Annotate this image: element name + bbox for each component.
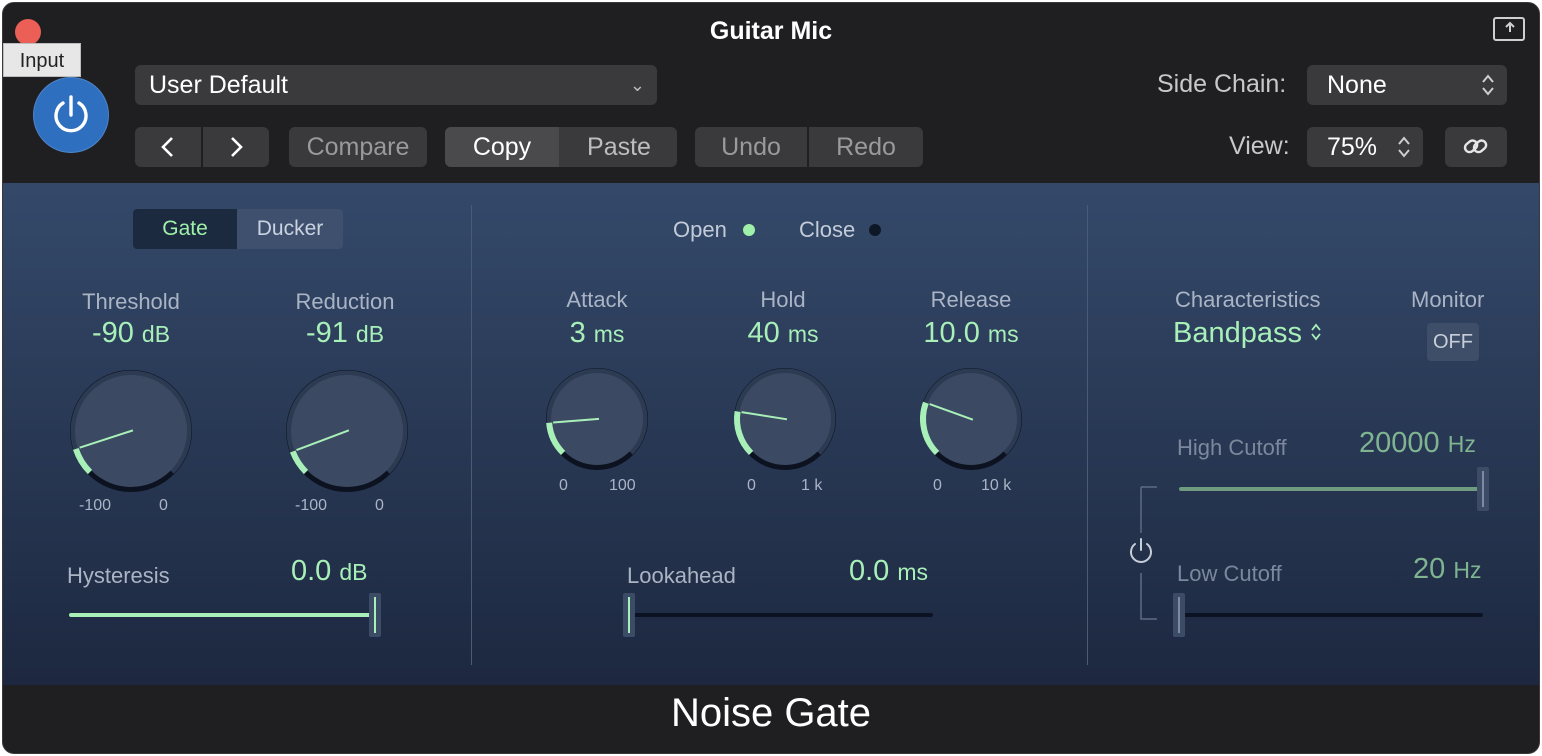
chevron-right-icon xyxy=(231,137,243,157)
slider-fill xyxy=(69,613,375,617)
release-min: 0 xyxy=(933,477,942,494)
slider-fill xyxy=(1179,487,1483,491)
paste-button[interactable]: Paste xyxy=(561,127,677,167)
copy-button[interactable]: Copy xyxy=(445,127,559,167)
slider-thumb[interactable] xyxy=(1173,593,1185,637)
close-indicator-label: Close xyxy=(799,217,856,242)
monitor-toggle[interactable]: OFF xyxy=(1427,323,1479,361)
hold-label: Hold xyxy=(760,287,806,312)
plugin-window: Guitar Mic User Default ⌄ Compare Copy P… xyxy=(2,2,1540,754)
threshold-max: 0 xyxy=(159,497,168,514)
threshold-min: -100 xyxy=(79,497,112,514)
link-button[interactable] xyxy=(1445,127,1507,167)
window-title: Guitar Mic xyxy=(709,17,833,45)
reduction-knob[interactable] xyxy=(281,365,413,497)
attack-label: Attack xyxy=(566,287,628,312)
ducker-mode-button[interactable]: Ducker xyxy=(237,209,343,249)
low-cutoff-label: Low Cutoff xyxy=(1177,561,1282,586)
up-down-arrows-icon xyxy=(1398,136,1410,158)
input-tooltip: Input xyxy=(3,43,81,77)
filter-power-icon[interactable] xyxy=(1125,535,1157,567)
power-button[interactable] xyxy=(33,77,109,153)
high-cutoff-value[interactable]: 20000 Hz xyxy=(1359,427,1476,460)
side-chain-label: Side Chain: xyxy=(1157,70,1287,98)
open-indicator-label: Open xyxy=(673,217,727,242)
open-indicator-led xyxy=(743,224,755,236)
hold-min: 0 xyxy=(747,477,756,494)
monitor-label: Monitor xyxy=(1411,287,1485,312)
redo-button[interactable]: Redo xyxy=(809,127,923,167)
attack-max: 100 xyxy=(609,477,636,494)
side-chain-value: None xyxy=(1327,71,1387,99)
view-zoom-select[interactable]: 75% xyxy=(1307,127,1423,167)
characteristics-label: Characteristics xyxy=(1175,287,1321,312)
attack-knob[interactable] xyxy=(541,363,653,475)
view-label: View: xyxy=(1229,132,1290,160)
slider-thumb[interactable] xyxy=(369,593,381,637)
reduction-max: 0 xyxy=(375,497,384,514)
threshold-value[interactable]: -90 dB xyxy=(51,317,211,350)
plugin-name: Noise Gate xyxy=(670,691,872,735)
previous-preset-button[interactable] xyxy=(135,127,201,167)
undo-redo-group: Undo Redo xyxy=(695,127,923,167)
hysteresis-label: Hysteresis xyxy=(67,563,170,588)
preset-name: User Default xyxy=(149,71,288,99)
hold-knob[interactable] xyxy=(729,363,841,475)
close-indicator-led xyxy=(869,224,881,236)
hysteresis-value[interactable]: 0.0 dB xyxy=(291,555,368,588)
slider-thumb[interactable] xyxy=(1477,467,1489,511)
lookahead-value[interactable]: 0.0 ms xyxy=(849,555,928,588)
hold-value[interactable]: 40 ms xyxy=(703,317,863,350)
expand-window-icon[interactable] xyxy=(1493,17,1525,41)
power-icon xyxy=(54,95,88,133)
release-max: 10 k xyxy=(981,477,1012,494)
preset-navigation xyxy=(135,127,269,167)
view-zoom-value: 75% xyxy=(1327,133,1378,161)
up-down-arrows-icon xyxy=(1311,323,1321,341)
release-knob[interactable] xyxy=(915,363,1027,475)
threshold-knob[interactable] xyxy=(65,365,197,497)
gate-ducker-switch: Gate Ducker xyxy=(133,209,343,249)
chevron-left-icon xyxy=(161,137,173,157)
noise-gate-panel: Gate Ducker Threshold -90 dB -100 0 Redu… xyxy=(3,183,1539,685)
side-chain-select[interactable]: None xyxy=(1307,65,1507,105)
next-preset-button[interactable] xyxy=(203,127,269,167)
characteristics-select[interactable]: Bandpass xyxy=(1173,317,1322,350)
threshold-label: Threshold xyxy=(82,289,180,314)
low-cutoff-value[interactable]: 20 Hz xyxy=(1413,553,1481,586)
high-cutoff-label: High Cutoff xyxy=(1177,435,1287,460)
attack-min: 0 xyxy=(559,477,568,494)
hold-max: 1 k xyxy=(801,477,823,494)
reduction-label: Reduction xyxy=(295,289,395,314)
link-icon xyxy=(1463,139,1488,154)
gate-mode-button[interactable]: Gate xyxy=(133,209,237,249)
preset-menu[interactable]: User Default ⌄ xyxy=(135,65,657,105)
copy-paste-group: Copy Paste xyxy=(445,127,677,167)
reduction-value[interactable]: -91 dB xyxy=(265,317,425,350)
undo-button[interactable]: Undo xyxy=(695,127,807,167)
chevron-down-icon: ⌄ xyxy=(629,75,645,95)
slider-track xyxy=(629,613,933,617)
attack-value[interactable]: 3 ms xyxy=(517,317,677,350)
slider-thumb[interactable] xyxy=(623,593,635,637)
up-down-arrows-icon xyxy=(1482,74,1494,96)
reduction-min: -100 xyxy=(295,497,328,514)
lookahead-label: Lookahead xyxy=(627,563,736,588)
compare-button[interactable]: Compare xyxy=(289,127,427,167)
slider-track xyxy=(1179,613,1483,617)
release-label: Release xyxy=(930,287,1012,312)
release-value[interactable]: 10.0 ms xyxy=(891,317,1051,350)
